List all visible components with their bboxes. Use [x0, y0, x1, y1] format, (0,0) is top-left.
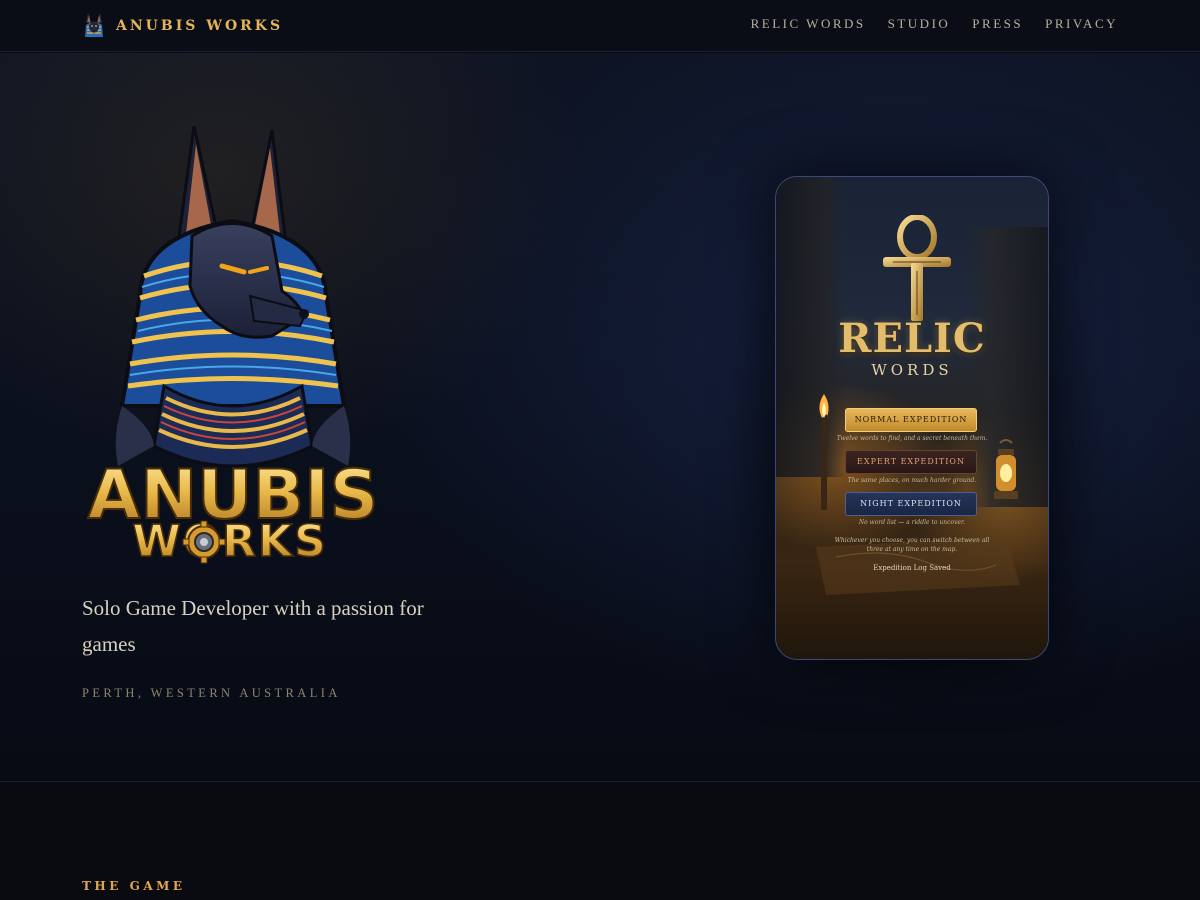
torch-icon	[819, 394, 829, 510]
hero-tagline: Solo Game Developer with a passion for g…	[82, 596, 424, 656]
ankh-icon	[883, 215, 951, 321]
brand-link[interactable]: ANUBIS WORKS	[82, 10, 283, 42]
night-expedition-button[interactable]: NIGHT EXPEDITION	[845, 492, 977, 516]
mode-switch-note: Whichever you choose, you can switch bet…	[834, 537, 990, 553]
anubis-head-icon	[85, 13, 103, 37]
hero-section: ANUBIS WORKS Solo Game Developer with a …	[0, 53, 1200, 782]
logo-line2: WORKS	[132, 516, 328, 566]
main-nav: RELIC WORDS STUDIO PRESS PRIVACY	[751, 16, 1118, 32]
top-navigation-bar: ANUBIS WORKS RELIC WORDS STUDIO PRESS PR…	[0, 0, 1200, 52]
game-subtitle: WORDS	[871, 361, 953, 379]
game-phone-preview: RELIC WORDS NORMAL EXPEDITION Twelve wor…	[775, 176, 1049, 660]
anubis-works-logo: ANUBIS WORKS	[87, 126, 379, 566]
nav-link-relic-words[interactable]: RELIC WORDS	[751, 16, 866, 32]
nav-link-privacy[interactable]: PRIVACY	[1045, 16, 1118, 32]
night-expedition-description: No word list — a riddle to uncover.	[858, 519, 966, 526]
nav-link-studio[interactable]: STUDIO	[888, 16, 951, 32]
expert-expedition-description: The same places, on much harder ground.	[847, 477, 977, 484]
nav-link-press[interactable]: PRESS	[972, 16, 1023, 32]
normal-expedition-button[interactable]: NORMAL EXPEDITION	[845, 408, 977, 432]
expedition-log-status: Expedition Log Saved	[873, 564, 951, 572]
game-title: RELIC	[838, 315, 986, 362]
expert-expedition-button[interactable]: EXPERT EXPEDITION	[845, 450, 977, 474]
brand-name: ANUBIS WORKS	[116, 18, 284, 34]
studio-location: PERTH, WESTERN AUSTRALIA	[82, 686, 341, 700]
normal-expedition-description: Twelve words to find, and a secret benea…	[836, 435, 988, 442]
section-label-the-game: THE GAME	[82, 879, 186, 893]
